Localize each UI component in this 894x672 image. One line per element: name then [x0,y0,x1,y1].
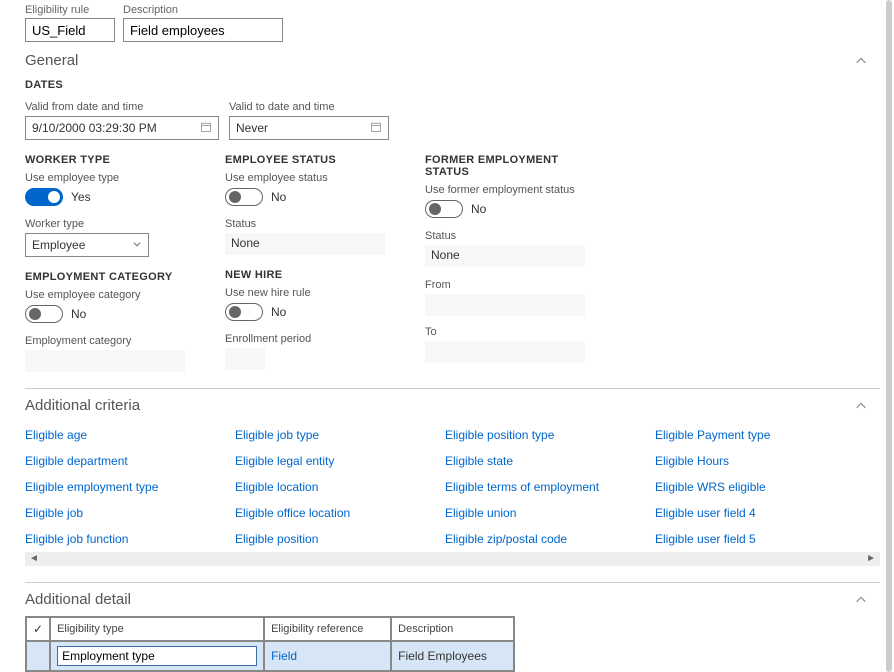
criteria-link[interactable]: Eligible position type [445,428,655,442]
vertical-scrollbar[interactable] [886,0,892,672]
criteria-link[interactable]: Eligible Hours [655,454,865,468]
criteria-link[interactable]: Eligible zip/postal code [445,532,655,546]
dates-heading: DATES [25,79,880,91]
new-hire-heading: NEW HIRE [225,269,395,281]
former-from-label: From [425,279,595,291]
use-employee-type-value: Yes [71,190,91,204]
former-status-value: None [425,245,585,267]
criteria-link[interactable]: Eligible terms of employment [445,480,655,494]
horizontal-scrollbar[interactable]: ◄ ► [25,552,880,566]
use-employee-type-toggle[interactable]: Yes [25,188,195,206]
chevron-down-icon [132,238,142,252]
status-label: Status [225,218,395,230]
criteria-link[interactable]: Eligible age [25,428,235,442]
valid-from-value: 9/10/2000 03:29:30 PM [32,121,157,135]
use-employee-type-label: Use employee type [25,172,195,184]
enroll-period-label: Enrollment period [225,333,395,345]
valid-to-label: Valid to date and time [229,101,389,113]
criteria-link[interactable]: Eligible WRS eligible [655,480,865,494]
use-emp-cat-value: No [71,307,86,321]
col-eligibility-type[interactable]: Eligibility type [50,617,264,641]
chevron-up-icon[interactable] [854,399,868,413]
cell-eligibility-type[interactable] [50,641,264,671]
criteria-link[interactable]: Eligible office location [235,506,445,520]
emp-cat-value [25,350,185,372]
scroll-right-icon[interactable]: ► [866,553,876,564]
criteria-link[interactable]: Eligible user field 4 [655,506,865,520]
valid-from-label: Valid from date and time [25,101,219,113]
use-new-hire-toggle[interactable]: No [225,303,395,321]
enroll-period-value [225,348,265,370]
col-description[interactable]: Description [391,617,514,641]
row-checkbox[interactable] [26,641,50,671]
former-to-label: To [425,326,595,338]
use-former-value: No [471,202,486,216]
use-new-hire-label: Use new hire rule [225,287,395,299]
use-new-hire-value: No [271,305,286,319]
divider [25,388,880,389]
former-to-value [425,341,585,363]
use-former-toggle[interactable]: No [425,200,595,218]
criteria-link[interactable]: Eligible union [445,506,655,520]
criteria-link[interactable]: Eligible job function [25,532,235,546]
description-input[interactable] [123,18,283,42]
former-from-value [425,294,585,316]
use-emp-cat-toggle[interactable]: No [25,305,195,323]
detail-title: Additional detail [25,591,131,608]
emp-cat-heading: EMPLOYMENT CATEGORY [25,271,195,283]
valid-to-value: Never [236,121,268,135]
criteria-link[interactable]: Eligible location [235,480,445,494]
criteria-link[interactable]: Eligible department [25,454,235,468]
table-row[interactable]: Field Field Employees [26,641,514,671]
status-value: None [225,233,385,255]
former-heading: FORMER EMPLOYMENT STATUS [425,154,595,178]
criteria-link[interactable]: Eligible state [445,454,655,468]
criteria-link[interactable]: Eligible job type [235,428,445,442]
calendar-icon[interactable] [370,121,382,136]
chevron-up-icon[interactable] [854,593,868,607]
eligibility-rule-input[interactable] [25,18,115,42]
scroll-left-icon[interactable]: ◄ [29,553,39,564]
use-emp-status-toggle[interactable]: No [225,188,395,206]
use-former-label: Use former employment status [425,184,595,196]
chevron-up-icon[interactable] [854,54,868,68]
detail-table: ✓ Eligibility type Eligibility reference… [25,616,515,672]
criteria-link[interactable]: Eligible job [25,506,235,520]
use-emp-cat-label: Use employee category [25,289,195,301]
criteria-title: Additional criteria [25,397,140,414]
use-emp-status-label: Use employee status [225,172,395,184]
description-label: Description [123,4,283,16]
cell-description[interactable]: Field Employees [391,641,514,671]
use-emp-status-value: No [271,190,286,204]
eligibility-type-input[interactable] [57,646,257,666]
criteria-link[interactable]: Eligible Payment type [655,428,865,442]
table-header-row: ✓ Eligibility type Eligibility reference… [26,617,514,641]
valid-from-input[interactable]: 9/10/2000 03:29:30 PM [25,116,219,140]
criteria-link[interactable]: Eligible legal entity [235,454,445,468]
worker-type-select[interactable]: Employee [25,233,149,257]
criteria-link[interactable]: Eligible position [235,532,445,546]
worker-type-label: Worker type [25,218,195,230]
worker-type-value: Employee [32,238,85,252]
worker-type-heading: WORKER TYPE [25,154,195,166]
eligibility-rule-label: Eligibility rule [25,4,115,16]
criteria-link[interactable]: Eligible user field 5 [655,532,865,546]
former-status-label: Status [425,230,595,242]
col-eligibility-ref[interactable]: Eligibility reference [264,617,391,641]
emp-status-heading: EMPLOYEE STATUS [225,154,395,166]
calendar-icon[interactable] [200,121,212,136]
general-title: General [25,52,78,69]
valid-to-input[interactable]: Never [229,116,389,140]
criteria-link[interactable]: Eligible employment type [25,480,235,494]
criteria-grid: Eligible age Eligible job type Eligible … [25,428,880,546]
emp-cat-label: Employment category [25,335,195,347]
cell-eligibility-ref[interactable]: Field [264,641,391,671]
divider [25,582,880,583]
select-all-checkbox[interactable]: ✓ [26,617,50,641]
